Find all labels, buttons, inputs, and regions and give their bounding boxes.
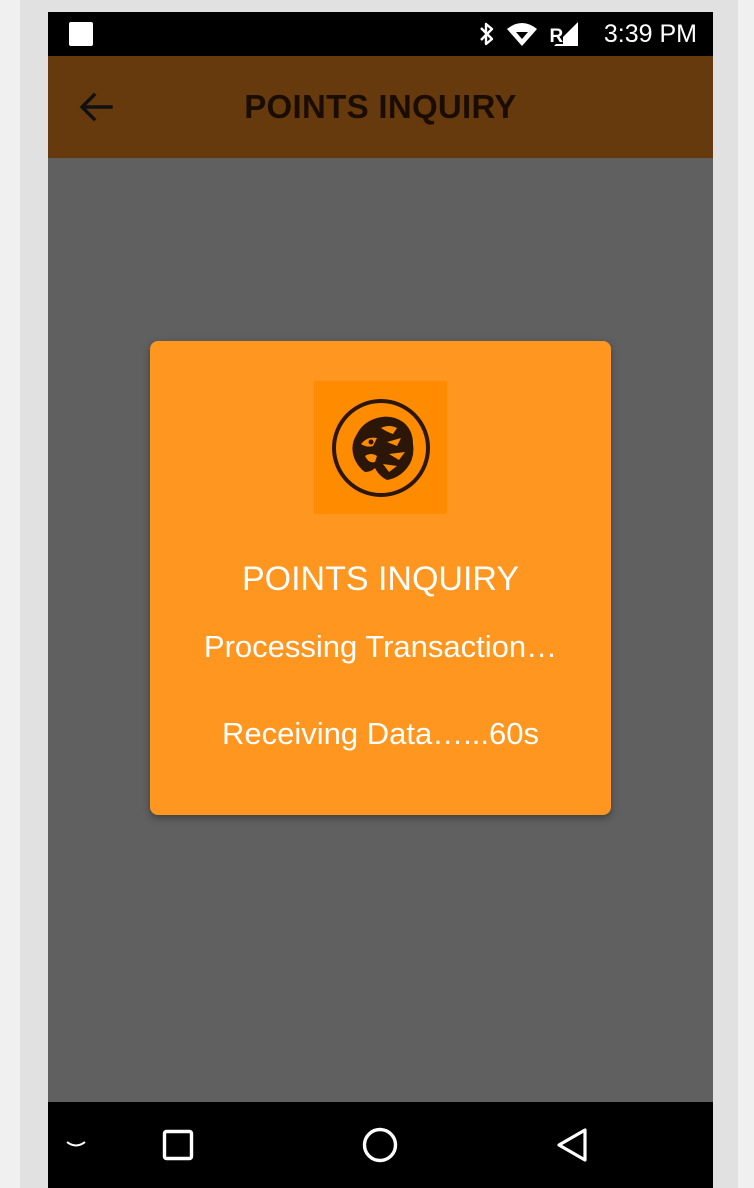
keyboard-hide-icon — [66, 1141, 86, 1147]
notification-icon — [69, 22, 93, 46]
back-button[interactable] — [74, 85, 118, 129]
processing-status: Processing Transaction… — [203, 629, 558, 664]
bluetooth-icon — [478, 12, 496, 56]
arrow-left-icon — [79, 92, 113, 122]
status-icons: R 3:39 PM — [478, 12, 697, 56]
back-nav-button[interactable] — [542, 1102, 602, 1188]
navigation-bar — [48, 1102, 713, 1188]
keyboard-hide-button[interactable] — [56, 1102, 96, 1188]
status-time: 3:39 PM — [603, 19, 697, 48]
wifi-icon — [506, 12, 538, 56]
signal-icon: R — [548, 12, 580, 56]
recents-button[interactable] — [148, 1102, 208, 1188]
home-icon — [362, 1127, 398, 1163]
svg-text:R: R — [549, 26, 563, 47]
back-icon — [557, 1128, 587, 1162]
home-button[interactable] — [350, 1102, 410, 1188]
page-title: POINTS INQUIRY — [244, 88, 517, 125]
recents-icon — [162, 1129, 194, 1161]
phone-screen: R 3:39 PM POINTS INQUIRY POINTS INQUIRY … — [48, 12, 713, 1188]
status-bar: R 3:39 PM — [48, 12, 713, 56]
app-bar: POINTS INQUIRY — [48, 56, 713, 158]
receiving-progress: Receiving Data…...60s — [221, 716, 540, 751]
processing-dialog: POINTS INQUIRY Processing Transaction… R… — [150, 341, 611, 815]
tiger-logo-icon — [314, 381, 447, 514]
dialog-title: POINTS INQUIRY — [241, 560, 520, 598]
